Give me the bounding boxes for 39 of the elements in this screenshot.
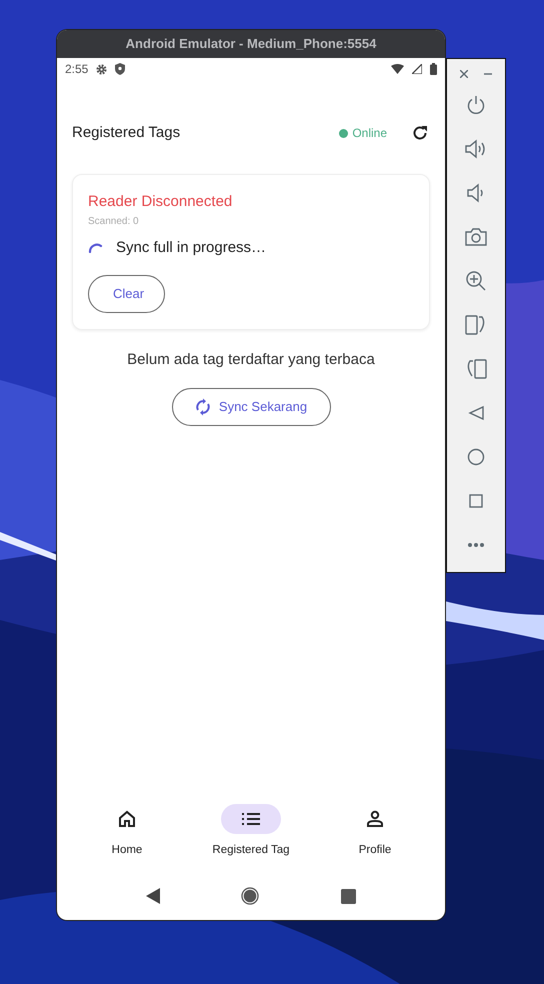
volume-up-icon[interactable] (465, 139, 487, 159)
camera-icon[interactable] (465, 227, 487, 247)
sync-button[interactable]: Sync Sekarang (172, 388, 330, 426)
battery-icon (430, 63, 437, 75)
back-icon[interactable] (468, 405, 484, 421)
scanned-count: Scanned: 0 (88, 214, 140, 228)
more-icon[interactable] (467, 542, 485, 548)
nav-tab[interactable]: Home (67, 802, 187, 860)
wifi-icon (391, 64, 404, 74)
nav-tab[interactable]: Profile (315, 802, 435, 860)
zoom-in-icon[interactable] (466, 271, 486, 291)
nav-tab[interactable]: Registered Tag (191, 802, 311, 860)
sync-icon (194, 398, 211, 416)
rotate-right-icon[interactable] (465, 315, 487, 335)
empty-message: Belum ada tag terdaftar yang terbaca (126, 350, 376, 370)
rotate-left-icon[interactable] (465, 359, 487, 379)
power-icon[interactable] (466, 95, 486, 115)
back-icon[interactable] (146, 888, 160, 904)
profile-icon (366, 810, 384, 828)
clear-button[interactable]: Clear (88, 275, 165, 313)
close-icon[interactable] (460, 70, 468, 78)
recents-icon[interactable] (341, 888, 356, 904)
gear-icon (96, 64, 108, 74)
list-icon (242, 812, 260, 826)
signal-icon (412, 64, 422, 74)
minimize-icon[interactable] (484, 73, 492, 75)
home-icon (118, 810, 136, 828)
reader-status: Reader Disconnected (88, 192, 234, 212)
page-title: Registered Tags (72, 122, 182, 143)
overview-icon[interactable] (469, 494, 483, 508)
connection-status: Online (352, 125, 387, 142)
refresh-icon[interactable] (411, 124, 429, 142)
home-button-icon[interactable] (241, 887, 260, 905)
shield-icon (115, 63, 126, 75)
status-time: 2:55 (65, 61, 88, 78)
window-title: Android Emulator - Medium_Phone:5554 (126, 35, 376, 54)
home-icon[interactable] (467, 448, 485, 466)
volume-down-icon[interactable] (467, 183, 485, 203)
sync-message: Sync full in progress… (116, 238, 266, 258)
